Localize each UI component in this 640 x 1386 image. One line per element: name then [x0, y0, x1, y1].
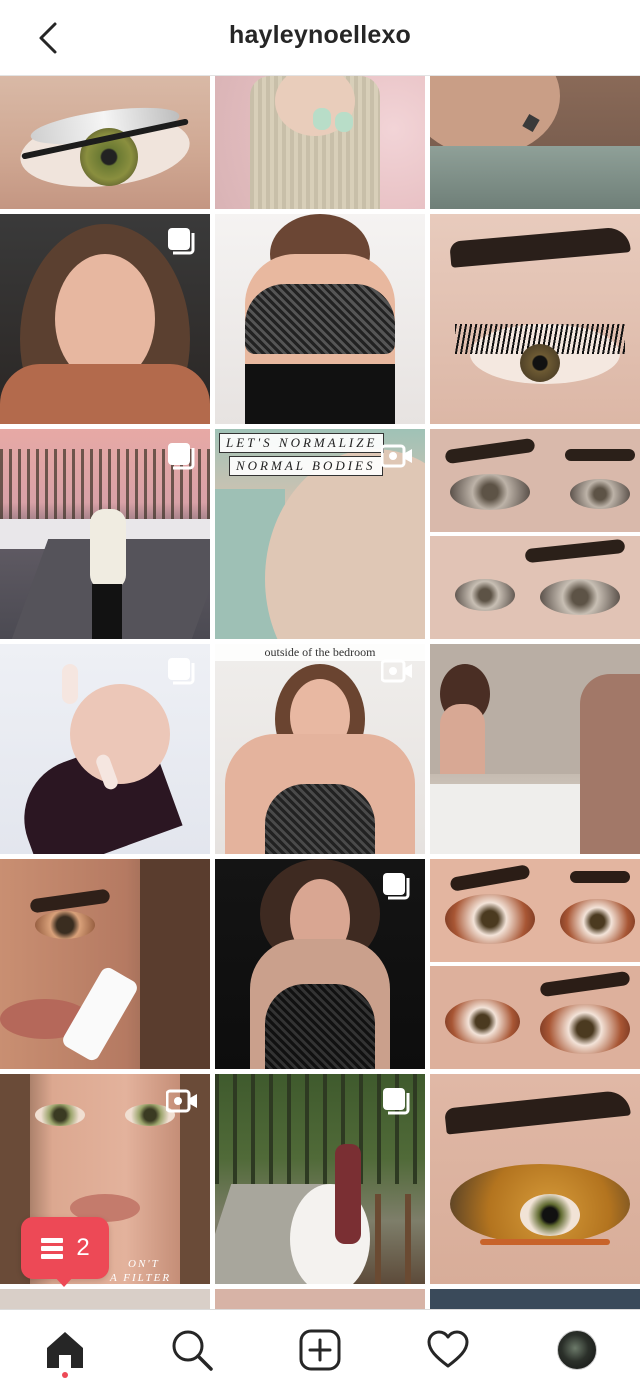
- eye-shape: [445, 999, 520, 1044]
- iris-shape: [520, 344, 560, 382]
- post-tile-nails-hand[interactable]: [0, 644, 210, 854]
- activity-list-icon: [41, 1238, 64, 1259]
- video-icon: [381, 659, 412, 683]
- lace-shape: [265, 984, 375, 1069]
- sweater-shape: [0, 364, 210, 424]
- skin-shape: [265, 449, 425, 639]
- eye-shape: [540, 1004, 630, 1054]
- suit-shape: [335, 1144, 361, 1244]
- carousel-icon: [168, 658, 195, 685]
- post-tile-eye-makeup[interactable]: [0, 76, 210, 209]
- post-tile-normalize-bodies[interactable]: LET'S NORMALIZE NORMAL BODIES: [215, 429, 425, 639]
- skin-shape: [430, 76, 560, 156]
- active-indicator-dot: [62, 1372, 68, 1378]
- reflection-body: [440, 704, 485, 774]
- nav-activity[interactable]: [424, 1326, 472, 1374]
- nail-shape: [335, 112, 353, 132]
- post-tile-nails-sweater[interactable]: [215, 76, 425, 209]
- bottom-navigation: [0, 1309, 640, 1386]
- nav-create[interactable]: [296, 1326, 344, 1374]
- post-tile-smokey-eye[interactable]: [430, 429, 640, 639]
- split-divider: [430, 532, 640, 536]
- eyebrow-shape: [444, 1089, 631, 1135]
- post-tile-back-tattoo[interactable]: [430, 76, 640, 209]
- eyebrow-shape: [29, 888, 111, 914]
- fabric-shape: [430, 146, 640, 209]
- post-tile-black-lingerie[interactable]: [215, 859, 425, 1069]
- profile-avatar: [557, 1330, 597, 1370]
- eye-shape: [450, 474, 530, 510]
- eyebrow-shape: [444, 437, 536, 465]
- nail-shape: [62, 664, 78, 704]
- overlay-text-line1: LET'S NORMALIZE: [219, 433, 385, 453]
- nav-profile[interactable]: [553, 1326, 601, 1374]
- eye-shape: [455, 579, 515, 611]
- post-tile-wedding-forest[interactable]: [215, 1074, 425, 1284]
- eyebrow-shape: [570, 871, 630, 883]
- nav-home[interactable]: [41, 1326, 89, 1374]
- video-icon: [166, 1089, 197, 1113]
- eye-shape: [570, 479, 630, 509]
- search-icon: [172, 1330, 213, 1371]
- post-tile-partial[interactable]: [0, 1289, 210, 1309]
- post-tile-eyebrow-lashes[interactable]: [430, 214, 640, 424]
- post-tile-outside-bedroom[interactable]: outside of the bedroom: [215, 644, 425, 854]
- activity-notification-bubble[interactable]: 2: [21, 1217, 109, 1279]
- heart-icon: [427, 1330, 469, 1368]
- home-icon: [47, 1332, 83, 1368]
- person-shape: [580, 674, 640, 854]
- pants-shape: [245, 364, 395, 424]
- notification-tail: [54, 1276, 74, 1287]
- carousel-icon: [168, 443, 195, 470]
- eye-shape: [35, 911, 95, 939]
- jacket-shape: [90, 509, 126, 589]
- posts-grid: LET'S NORMALIZE NORMAL BODIES outside of…: [0, 76, 640, 1309]
- profile-username-title: hayleynoellexo: [228, 21, 412, 49]
- video-icon: [381, 444, 412, 468]
- overlay-text-line2: NORMAL BODIES: [229, 456, 383, 476]
- post-tile-skincare[interactable]: [0, 859, 210, 1069]
- hand-shape: [70, 684, 170, 784]
- video-caption-line1: ON'T: [128, 1258, 160, 1270]
- post-tile-partial[interactable]: [215, 1289, 425, 1309]
- posts-grid-viewport[interactable]: LET'S NORMALIZE NORMAL BODIES outside of…: [0, 76, 640, 1309]
- eye-shape: [520, 1194, 580, 1236]
- post-tile-cut-crease[interactable]: [430, 859, 640, 1069]
- carousel-icon: [383, 873, 410, 900]
- post-tile-selfie-car[interactable]: [0, 214, 210, 424]
- liner-shape: [480, 1239, 610, 1245]
- post-tile-bathroom-mirror[interactable]: [430, 644, 640, 854]
- eyebrow-shape: [539, 970, 631, 998]
- top-header: hayleynoellexo: [0, 0, 640, 76]
- nail-shape: [313, 108, 331, 130]
- hair-shape: [140, 859, 210, 1069]
- lace-shape: [245, 284, 395, 354]
- video-caption-line2: A FILTER: [110, 1272, 172, 1284]
- lace-shape: [265, 784, 375, 854]
- post-tile-lingerie-mirror[interactable]: [215, 214, 425, 424]
- post-tile-partial[interactable]: [430, 1289, 640, 1309]
- eye-shape: [540, 579, 620, 615]
- post-tile-gold-glitter-eye[interactable]: [430, 1074, 640, 1284]
- notification-count: 2: [76, 1234, 90, 1261]
- split-divider: [430, 962, 640, 966]
- eyebrow-shape: [565, 449, 635, 461]
- eye-shape: [560, 899, 635, 944]
- eyebrow-shape: [449, 864, 531, 892]
- eyebrow-shape: [524, 538, 626, 564]
- carousel-icon: [168, 228, 195, 255]
- carousel-icon: [383, 1088, 410, 1115]
- plus-square-icon: [299, 1329, 341, 1371]
- leggings-shape: [92, 584, 122, 639]
- eye-shape: [35, 1104, 85, 1126]
- nav-search[interactable]: [168, 1326, 216, 1374]
- post-tile-sunset-road[interactable]: [0, 429, 210, 639]
- eye-shape: [445, 894, 535, 944]
- eyebrow-shape: [449, 226, 631, 268]
